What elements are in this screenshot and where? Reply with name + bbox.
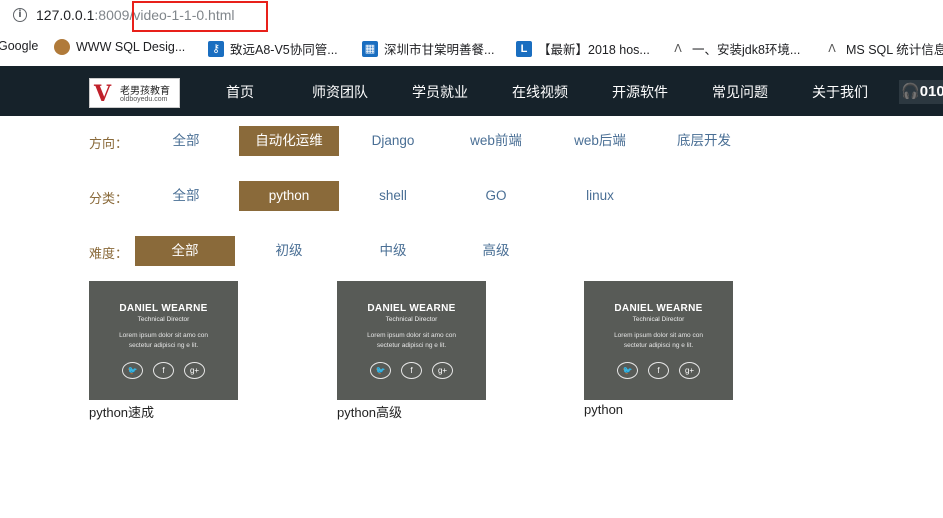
social-icons: 🐦 f g+	[89, 362, 238, 379]
direction-option-low-level[interactable]: 底层开发	[654, 126, 754, 156]
nav-employment[interactable]: 学员就业	[412, 82, 468, 102]
video-card[interactable]: DANIEL WEARNE Technical Director Lorem i…	[337, 281, 486, 421]
facebook-icon[interactable]: f	[648, 362, 669, 379]
thumb-text-line: Lorem ipsum dolor sit amo con	[367, 332, 456, 339]
video-title[interactable]: python速成	[89, 402, 238, 421]
video-card[interactable]: DANIEL WEARNE Technical Director Lorem i…	[89, 281, 238, 421]
video-thumbnail[interactable]: DANIEL WEARNE Technical Director Lorem i…	[89, 281, 238, 400]
nav-home[interactable]: 首页	[226, 82, 254, 102]
logo-mark: V	[94, 81, 112, 107]
twitter-icon[interactable]: 🐦	[617, 362, 638, 379]
google-plus-icon[interactable]: g+	[184, 362, 205, 379]
thumb-role: Technical Director	[385, 316, 438, 323]
google-plus-icon[interactable]: g+	[432, 362, 453, 379]
grid-icon: ▦	[362, 40, 378, 57]
bookmark-label: MS SQL 统计信息	[846, 43, 943, 57]
l-icon: L	[516, 40, 532, 57]
site-nav: V 老男孩教育 oldboyedu.com 首页 师资团队 学员就业 在线视频 …	[0, 66, 943, 116]
url-host: 127.0.0.1	[36, 7, 95, 23]
thumb-text-line: Lorem ipsum dolor sit amo con	[119, 332, 208, 339]
direction-option-web-frontend[interactable]: web前端	[446, 126, 546, 156]
logo-domain: oldboyedu.com	[120, 96, 168, 103]
facebook-icon[interactable]: f	[153, 362, 174, 379]
direction-option-automation[interactable]: 自动化运维	[239, 126, 339, 156]
phone-box: 🎧010	[899, 80, 943, 104]
thumb-text: Lorem ipsum dolor sit amo con sectetur ad…	[584, 331, 733, 351]
nav-open-source[interactable]: 开源软件	[612, 82, 668, 102]
category-label: 分类：	[89, 191, 129, 206]
category-option-python[interactable]: python	[239, 181, 339, 211]
bookmark-google[interactable]: Google	[0, 39, 38, 53]
info-icon[interactable]: i	[13, 8, 27, 22]
thumb-name: DANIEL WEARNE	[119, 303, 208, 314]
bookmarks-bar: Google WWW SQL Desig... ⚷ 致远A8-V5协同管... …	[0, 33, 943, 63]
bookmark-label: WWW SQL Desig...	[76, 40, 186, 54]
video-thumbnail[interactable]: DANIEL WEARNE Technical Director Lorem i…	[584, 281, 733, 400]
bookmark-label: 一、安装jdk8环境...	[692, 43, 801, 57]
video-title[interactable]: python	[584, 402, 733, 417]
thumb-role: Technical Director	[632, 316, 685, 323]
video-card[interactable]: DANIEL WEARNE Technical Director Lorem i…	[584, 281, 733, 417]
nav-online-video[interactable]: 在线视频	[512, 82, 568, 102]
bookmark-2018-hos[interactable]: L 【最新】2018 hos...	[516, 39, 650, 58]
annotation-highlight-box	[132, 1, 268, 32]
category-option-linux[interactable]: linux	[550, 181, 650, 211]
phone-number: 010	[919, 83, 943, 100]
video-title[interactable]: python高级	[337, 402, 486, 421]
nav-about[interactable]: 关于我们	[812, 82, 868, 102]
thumb-name: DANIEL WEARNE	[367, 303, 456, 314]
thumb-text-line: Lorem ipsum dolor sit amo con	[614, 332, 703, 339]
thumb-name: DANIEL WEARNE	[614, 303, 703, 314]
twitter-icon[interactable]: 🐦	[122, 362, 143, 379]
bookmark-label: 致远A8-V5协同管...	[230, 43, 338, 57]
bookmark-label: Google	[0, 39, 39, 53]
facebook-icon[interactable]: f	[401, 362, 422, 379]
google-plus-icon[interactable]: g+	[679, 362, 700, 379]
nav-faq[interactable]: 常见问题	[712, 82, 768, 102]
bookmark-label: 深圳市甘棠明善餐...	[384, 43, 495, 57]
bookmark-label: 【最新】2018 hos...	[538, 43, 650, 57]
thumb-text: Lorem ipsum dolor sit amo con sectetur ad…	[337, 331, 486, 351]
category-option-all[interactable]: 全部	[136, 181, 236, 211]
url-port: :8009	[94, 7, 130, 23]
lambda-icon: ᐱ	[674, 42, 682, 55]
video-thumbnail[interactable]: DANIEL WEARNE Technical Director Lorem i…	[337, 281, 486, 400]
logo-name: 老男孩教育	[120, 86, 170, 97]
site-logo[interactable]: V 老男孩教育 oldboyedu.com	[89, 78, 180, 108]
social-icons: 🐦 f g+	[584, 362, 733, 379]
direction-option-web-backend[interactable]: web后端	[550, 126, 650, 156]
key-icon: ⚷	[208, 40, 224, 57]
thumb-role: Technical Director	[137, 316, 190, 323]
headphones-icon: 🎧	[901, 83, 920, 100]
bookmark-www-sql[interactable]: WWW SQL Desig...	[54, 39, 185, 55]
address-bar[interactable]: i 127.0.0.1:8009/video-1-1-0.html	[0, 0, 943, 32]
level-option-intermediate[interactable]: 中级	[343, 236, 443, 266]
bookmark-jdk8[interactable]: ᐱ 一、安装jdk8环境...	[670, 39, 800, 58]
social-icons: 🐦 f g+	[337, 362, 486, 379]
avatar-icon	[54, 39, 70, 55]
direction-option-django[interactable]: Django	[343, 126, 443, 156]
thumb-text-line: sectetur adipisci ng e lit.	[623, 342, 694, 349]
bookmark-zhiyuan[interactable]: ⚷ 致远A8-V5协同管...	[208, 39, 338, 58]
thumb-text: Lorem ipsum dolor sit amo con sectetur ad…	[89, 331, 238, 351]
category-option-shell[interactable]: shell	[343, 181, 443, 211]
twitter-icon[interactable]: 🐦	[370, 362, 391, 379]
thumb-text-line: sectetur adipisci ng e lit.	[128, 342, 199, 349]
bookmark-shenzhen[interactable]: ▦ 深圳市甘棠明善餐...	[362, 39, 494, 58]
level-option-beginner[interactable]: 初级	[239, 236, 339, 266]
direction-option-all[interactable]: 全部	[136, 126, 236, 156]
lambda-icon: ᐱ	[828, 42, 836, 55]
level-option-advanced[interactable]: 高级	[446, 236, 546, 266]
nav-teachers[interactable]: 师资团队	[312, 82, 368, 102]
level-label: 难度：	[89, 246, 129, 261]
bookmark-mssql[interactable]: ᐱ MS SQL 统计信息	[824, 39, 943, 58]
level-option-all[interactable]: 全部	[135, 236, 235, 266]
category-option-go[interactable]: GO	[446, 181, 546, 211]
thumb-text-line: sectetur adipisci ng e lit.	[376, 342, 447, 349]
direction-label: 方向：	[89, 136, 129, 151]
